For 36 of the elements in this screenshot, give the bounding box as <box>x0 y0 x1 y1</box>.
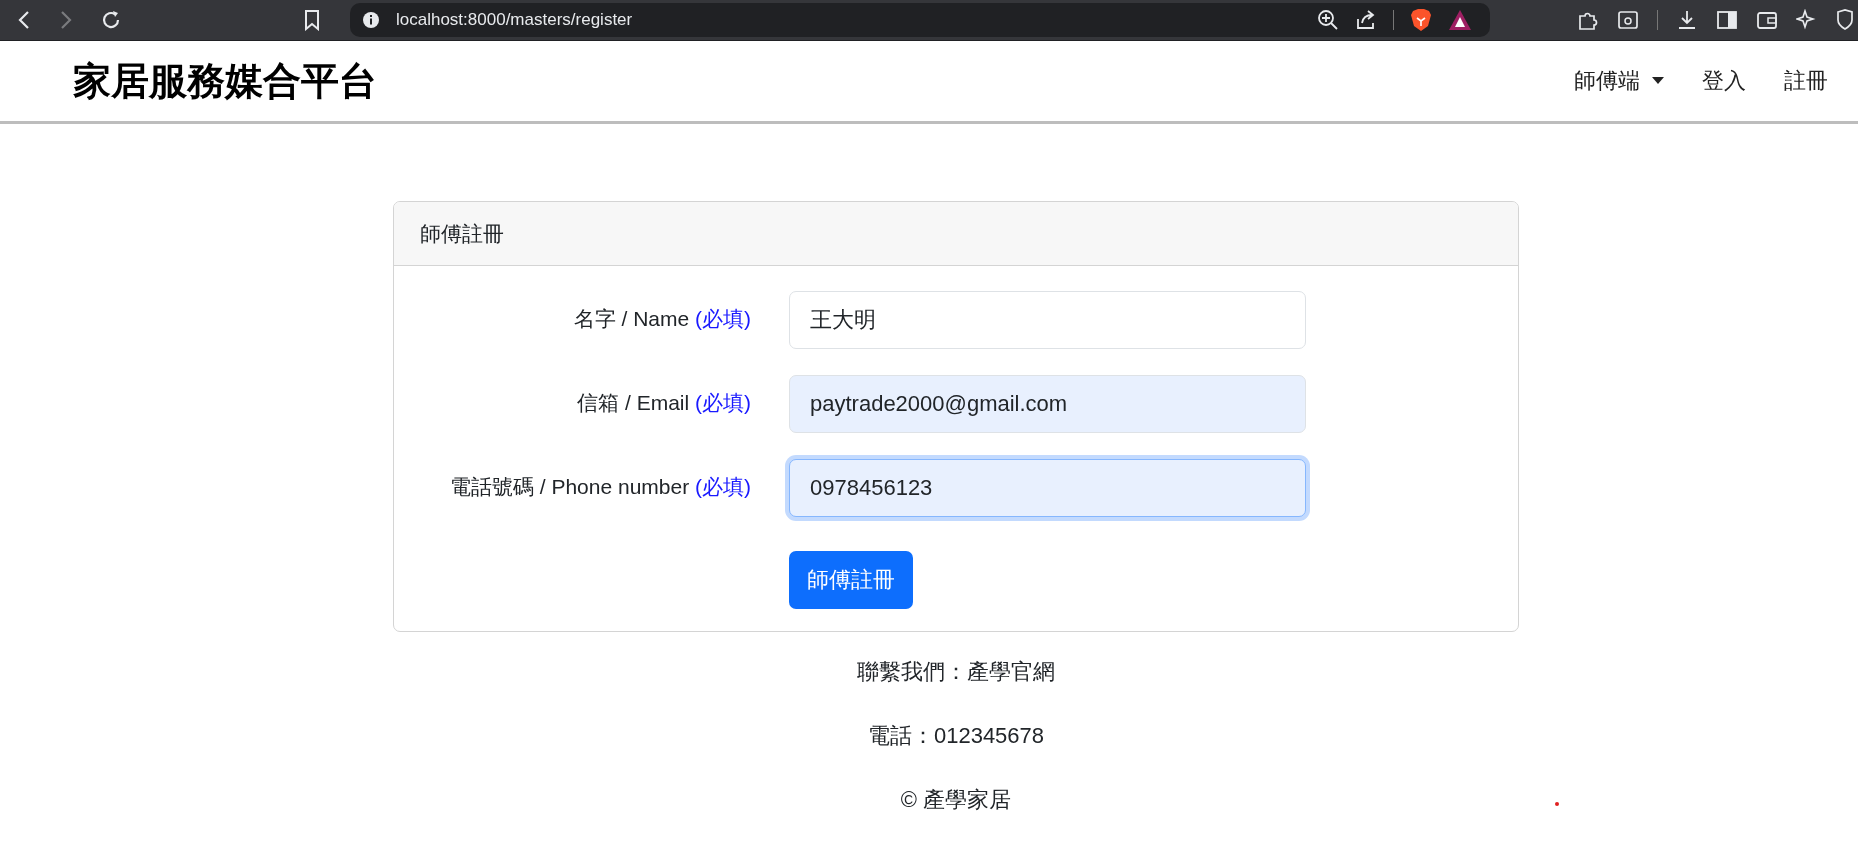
card-title: 師傅註冊 <box>420 220 504 247</box>
nav-link[interactable]: 註冊 <box>1772 58 1840 104</box>
submit-button[interactable]: 師傅註冊 <box>789 551 913 609</box>
nav-dropdown[interactable]: 師傅端 <box>1562 58 1676 104</box>
triangle-icon[interactable] <box>1448 9 1472 31</box>
url-text: localhost:8000/masters/register <box>396 10 633 30</box>
footer-text: © 產學家居 <box>899 786 1013 814</box>
share-icon[interactable] <box>1355 9 1377 31</box>
required-mark: (必填) <box>695 475 751 498</box>
input-field[interactable]: paytrade2000@gmail.com <box>789 375 1306 433</box>
required-mark: (必填) <box>695 391 751 414</box>
nav-link[interactable]: 登入 <box>1690 58 1758 104</box>
required-mark: (必填) <box>695 307 751 330</box>
input-field[interactable]: 0978456123 <box>789 459 1306 517</box>
zoom-icon[interactable] <box>1317 9 1339 31</box>
reload-icon[interactable] <box>100 9 122 31</box>
wifi-shield-icon[interactable] <box>1836 9 1854 31</box>
caret-icon <box>1652 77 1664 85</box>
info-icon[interactable] <box>362 11 380 29</box>
footer-text: 電話：012345678 <box>866 722 1046 750</box>
address-bar[interactable]: localhost:8000/masters/register <box>350 3 1490 37</box>
site-title[interactable]: 家居服務媒合平台 <box>73 55 377 107</box>
download-icon[interactable] <box>1676 9 1698 31</box>
shield-icon[interactable] <box>1410 8 1432 32</box>
wallet-icon[interactable] <box>1756 9 1778 31</box>
sidebar-icon[interactable] <box>1716 9 1738 31</box>
bookmark-icon[interactable] <box>304 9 320 31</box>
dot-mark <box>1555 802 1559 806</box>
field-label: 名字 / Name <box>573 307 690 330</box>
field-label: 信箱 / Email <box>577 391 690 414</box>
back-icon[interactable] <box>16 9 32 31</box>
field-label: 電話號碼 / Phone number <box>449 475 690 498</box>
search-tab-icon[interactable] <box>1617 9 1639 31</box>
forward-icon[interactable] <box>58 9 74 31</box>
footer-text: 聯繫我們：產學官網 <box>857 658 1055 686</box>
input-field[interactable]: 王大明 <box>789 291 1306 349</box>
